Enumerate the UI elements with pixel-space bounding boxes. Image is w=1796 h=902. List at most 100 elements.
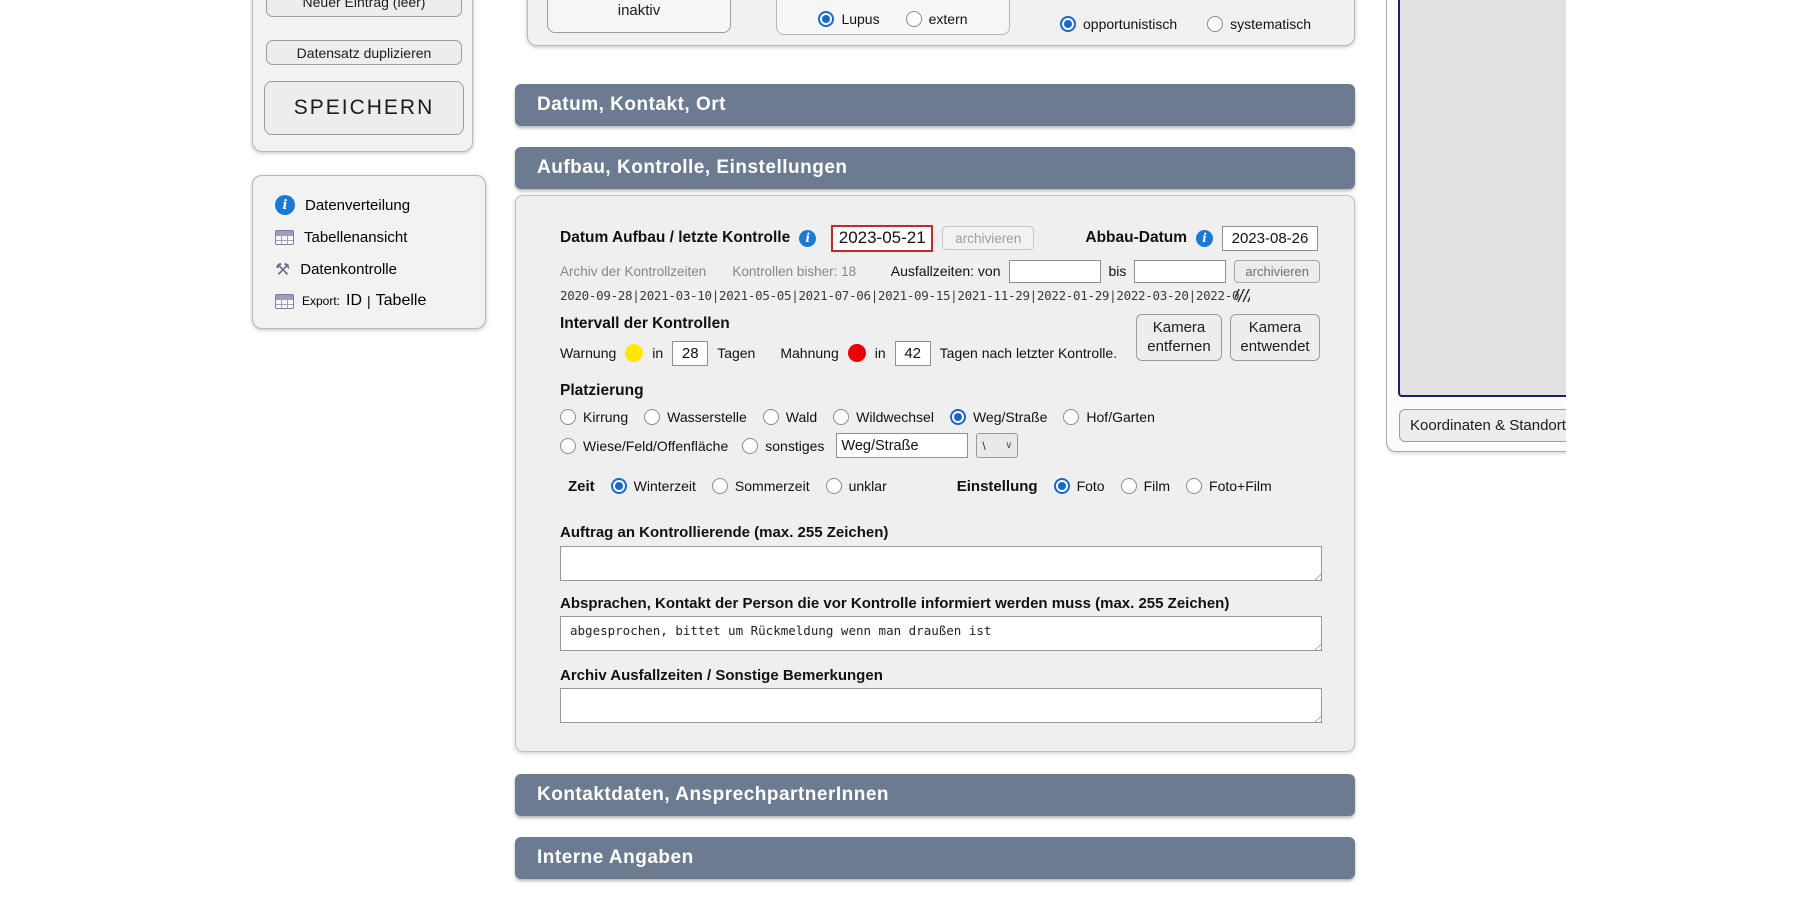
placement-title: Platzierung: [560, 382, 644, 400]
archiv-bemerkungen-textarea[interactable]: [560, 688, 1322, 723]
placement-title-row: Platzierung: [560, 381, 644, 401]
aufbau-panel: Datum Aufbau / letzte Kontrolle i archiv…: [515, 195, 1355, 752]
map-placeholder: [1398, 0, 1566, 397]
chevron-down-icon: ∨: [1005, 440, 1012, 451]
setup-date-input[interactable]: [831, 225, 933, 252]
control-archive-link[interactable]: Archiv der Kontrollzeiten: [560, 264, 706, 279]
duplicate-record-button[interactable]: Datensatz duplizieren: [266, 40, 462, 65]
export-prefix-label: Export:: [302, 294, 340, 308]
camera-remove-button[interactable]: Kamera entfernen: [1136, 314, 1222, 361]
radio-circle: [763, 409, 779, 425]
radio-opportunistisch[interactable]: opportunistisch: [1060, 16, 1177, 32]
export-id-link[interactable]: ID: [346, 292, 362, 310]
radio-hof-garten[interactable]: Hof/Garten: [1063, 409, 1154, 425]
radio-label: sonstiges: [765, 438, 824, 454]
radio-circle: [560, 438, 576, 454]
coordinates-location-button[interactable]: Koordinaten & Standort: [1399, 409, 1566, 442]
downtime-row: Ausfallzeiten: von bis archivieren: [891, 258, 1320, 284]
placement-custom-input[interactable]: [836, 433, 968, 458]
after-label: Tagen nach letzter Kontrolle.: [940, 345, 1117, 361]
radio-label: Wald: [786, 409, 817, 425]
archive-downtime-button[interactable]: archivieren: [1234, 260, 1320, 283]
menu-item-data-distribution[interactable]: i Datenverteilung: [275, 192, 410, 218]
menu-label: Tabellenansicht: [304, 229, 407, 246]
teardown-date-row: Abbau-Datum i: [1085, 222, 1318, 254]
warning-yellow-dot-icon: [625, 344, 643, 362]
section-header-datum[interactable]: Datum, Kontakt, Ort: [515, 84, 1355, 126]
radio-circle: [950, 409, 966, 425]
absprachen-label: Absprachen, Kontakt der Person die vor K…: [560, 595, 1229, 612]
radio-winterzeit[interactable]: Winterzeit: [611, 478, 696, 494]
zeit-label: Zeit: [568, 478, 595, 495]
new-entry-button[interactable]: Neuer Eintrag (leer): [266, 0, 462, 17]
section-header-kontakt[interactable]: Kontaktdaten, AnsprechpartnerInnen: [515, 774, 1355, 816]
radio-circle: [826, 478, 842, 494]
radio-circle: [712, 478, 728, 494]
reminder-days-input[interactable]: [895, 341, 931, 366]
auftrag-label: Auftrag an Kontrollierende (max. 255 Zei…: [560, 524, 888, 541]
menu-item-data-check[interactable]: ⚒ Datenkontrolle: [275, 256, 397, 282]
radio-circle: [1207, 16, 1223, 32]
radio-circle: [1063, 409, 1079, 425]
zeit-einstellung-row: Zeit Winterzeit Sommerzeit unklar Einste…: [568, 472, 1272, 500]
radio-foto[interactable]: Foto: [1054, 478, 1105, 494]
section-header-intern[interactable]: Interne Angaben: [515, 837, 1355, 879]
radio-foto-film[interactable]: Foto+Film: [1186, 478, 1272, 494]
menu-item-table-view[interactable]: Tabellenansicht: [275, 224, 407, 250]
radio-label: opportunistisch: [1083, 16, 1177, 32]
radio-unklar[interactable]: unklar: [826, 478, 887, 494]
teardown-date-label: Abbau-Datum: [1085, 229, 1187, 247]
reminder-label: Mahnung: [780, 345, 838, 361]
radio-label: Sommerzeit: [735, 478, 810, 494]
warning-days-input[interactable]: [672, 341, 708, 366]
downtime-label: Ausfallzeiten: von: [891, 263, 1001, 279]
radio-wald[interactable]: Wald: [763, 409, 817, 425]
absprachen-label-row: Absprachen, Kontakt der Person die vor K…: [560, 593, 1229, 613]
radio-sommerzeit[interactable]: Sommerzeit: [712, 478, 810, 494]
control-dates-list: 2020-09-28|2021-03-10|2021-05-05|2021-07…: [560, 288, 1239, 303]
inactive-button[interactable]: inaktiv: [547, 0, 731, 33]
radio-weg-strasse[interactable]: Weg/Straße: [950, 409, 1047, 425]
in-label: in: [875, 345, 886, 361]
clipped-text-marker: [1235, 289, 1250, 302]
radio-kirrung[interactable]: Kirrung: [560, 409, 628, 425]
radio-label: Wildwechsel: [856, 409, 934, 425]
radio-wasserstelle[interactable]: Wasserstelle: [644, 409, 747, 425]
placement-row-1: Kirrung Wasserstelle Wald Wildwechsel We…: [560, 404, 1155, 430]
export-table-link[interactable]: Tabelle: [376, 292, 427, 310]
warning-label: Warnung: [560, 345, 616, 361]
downtime-to-input[interactable]: [1134, 260, 1226, 283]
radio-circle: [611, 478, 627, 494]
radio-extern[interactable]: extern: [906, 11, 968, 27]
control-count-text: Kontrollen bisher: 18: [732, 264, 856, 279]
menu-label: Datenkontrolle: [300, 261, 397, 278]
absprachen-textarea[interactable]: abgesprochen, bittet um Rückmeldung wenn…: [560, 616, 1322, 651]
radio-film[interactable]: Film: [1121, 478, 1170, 494]
radio-circle: [818, 11, 834, 27]
radio-label: Wiese/Feld/Offenfläche: [583, 438, 728, 454]
auftrag-textarea[interactable]: [560, 546, 1322, 581]
radio-systematisch[interactable]: systematisch: [1207, 16, 1311, 32]
radio-wiese-feld[interactable]: Wiese/Feld/Offenfläche: [560, 438, 728, 454]
radio-label: Foto: [1077, 478, 1105, 494]
interval-title: Intervall der Kontrollen: [560, 315, 730, 333]
placement-dropdown[interactable]: \ ∨: [976, 433, 1018, 458]
dropdown-value: \: [982, 439, 985, 453]
export-separator: |: [367, 293, 371, 309]
radio-label: systematisch: [1230, 16, 1311, 32]
radio-wildwechsel[interactable]: Wildwechsel: [833, 409, 934, 425]
radio-lupus[interactable]: Lupus: [818, 11, 879, 27]
downtime-from-input[interactable]: [1009, 260, 1101, 283]
info-icon[interactable]: i: [799, 230, 816, 247]
section-header-aufbau[interactable]: Aufbau, Kontrolle, Einstellungen: [515, 147, 1355, 189]
right-panel-clip: Koordinaten & Standort: [1386, 0, 1566, 456]
info-icon[interactable]: i: [1196, 230, 1213, 247]
camera-stolen-button[interactable]: Kamera entwendet: [1230, 314, 1320, 361]
menu-item-export: Export: ID | Tabelle: [275, 288, 426, 314]
radio-label: Hof/Garten: [1086, 409, 1154, 425]
radio-sonstiges[interactable]: sonstiges: [742, 438, 824, 454]
teardown-date-input[interactable]: [1222, 226, 1318, 251]
save-button[interactable]: SPEICHERN: [264, 81, 464, 135]
menu-label: Datenverteilung: [305, 197, 410, 214]
archive-setup-date-button[interactable]: archivieren: [942, 226, 1034, 250]
